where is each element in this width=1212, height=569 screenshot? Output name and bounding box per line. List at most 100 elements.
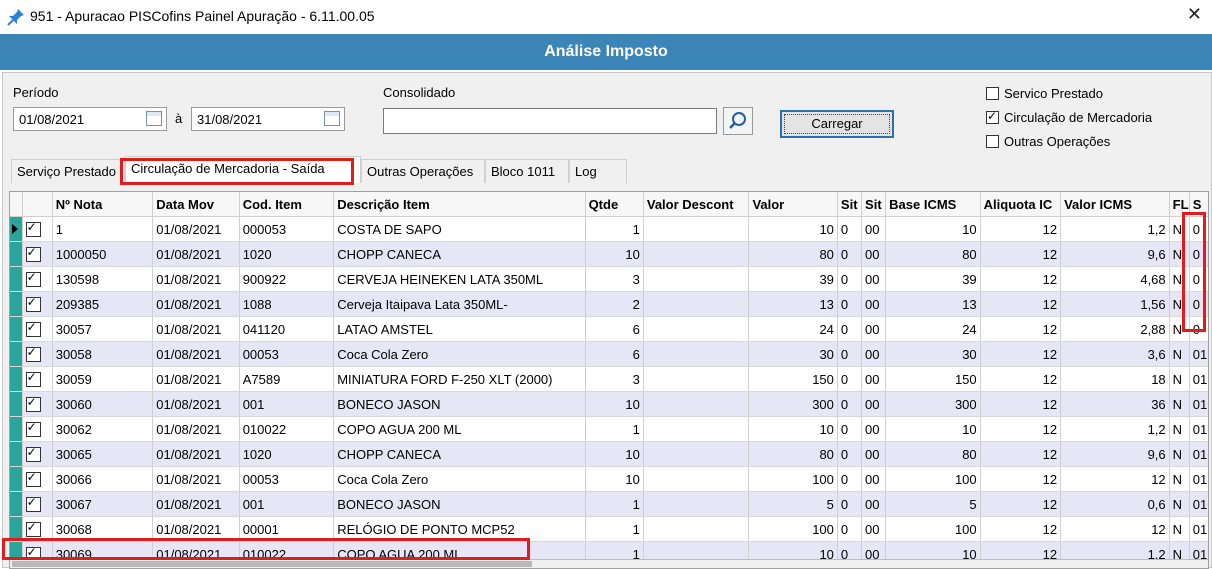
table-cell[interactable]: 30065	[52, 441, 154, 467]
table-cell[interactable]: 900922	[239, 266, 335, 292]
tab-circulacao-mercadoria[interactable]: Circulação de Mercadoria - Saída	[125, 156, 361, 183]
table-cell[interactable]: 0	[837, 241, 863, 267]
table-cell[interactable]	[643, 516, 750, 542]
row-checkbox-cell[interactable]	[22, 416, 53, 442]
table-cell[interactable]: 30	[885, 341, 981, 367]
table-cell[interactable]: 30067	[52, 491, 154, 517]
table-cell[interactable]: CHOPP CANECA	[333, 441, 586, 467]
table-cell[interactable]: 30	[748, 341, 838, 367]
table-cell[interactable]: 010022	[239, 416, 335, 442]
scrollbar-thumb[interactable]	[12, 561, 532, 567]
table-cell[interactable]: 01	[1189, 491, 1208, 517]
table-cell[interactable]: LATAO AMSTEL	[333, 316, 586, 342]
row-checkbox[interactable]	[25, 445, 41, 463]
table-cell[interactable]: 12	[1060, 466, 1170, 492]
table-cell[interactable]: 10	[885, 216, 981, 242]
table-cell[interactable]: 01	[1189, 391, 1208, 417]
table-cell[interactable]: 0	[1189, 216, 1208, 242]
table-cell[interactable]: 01/08/2021	[152, 341, 240, 367]
table-cell[interactable]: 6	[585, 341, 644, 367]
table-cell[interactable]	[643, 391, 750, 417]
table-cell[interactable]: 01/08/2021	[152, 266, 240, 292]
table-cell[interactable]: BONECO JASON	[333, 391, 586, 417]
table-cell[interactable]: 00	[861, 241, 887, 267]
table-cell[interactable]: 80	[885, 441, 981, 467]
table-cell[interactable]: RELÓGIO DE PONTO MCP52	[333, 516, 586, 542]
table-cell[interactable]: 12	[980, 366, 1062, 392]
close-icon[interactable]: ✕	[1187, 4, 1202, 25]
table-cell[interactable]: 0	[1189, 266, 1208, 292]
table-cell[interactable]: 30059	[52, 366, 154, 392]
table-cell[interactable]: 12	[980, 491, 1062, 517]
row-checkbox[interactable]	[25, 420, 41, 438]
table-cell[interactable]: 12	[980, 441, 1062, 467]
table-cell[interactable]: 00	[861, 491, 887, 517]
table-cell[interactable]: 00053	[239, 466, 335, 492]
column-header[interactable]: Aliquota IC	[980, 192, 1062, 217]
table-cell[interactable]: 2,88	[1060, 316, 1170, 342]
table-cell[interactable]: 0	[1189, 241, 1208, 267]
table-cell[interactable]: N	[1169, 366, 1190, 392]
table-cell[interactable]: 0	[837, 366, 863, 392]
table-cell[interactable]: 01/08/2021	[152, 441, 240, 467]
table-cell[interactable]: 5	[748, 491, 838, 517]
table-cell[interactable]: CHOPP CANECA	[333, 241, 586, 267]
table-cell[interactable]: 150	[885, 366, 981, 392]
row-checkbox[interactable]	[25, 470, 41, 488]
column-header[interactable]: Nº Nota	[52, 192, 154, 217]
row-checkbox[interactable]	[25, 520, 41, 538]
table-cell[interactable]: 00	[861, 441, 887, 467]
row-checkbox-cell[interactable]	[22, 291, 53, 317]
table-cell[interactable]: 01/08/2021	[152, 466, 240, 492]
tab-servico-prestado[interactable]: Serviço Prestado	[11, 159, 125, 183]
calendar-icon[interactable]	[324, 111, 340, 126]
table-cell[interactable]: COSTA DE SAPO	[333, 216, 586, 242]
table-cell[interactable]: N	[1169, 216, 1190, 242]
table-cell[interactable]: 3	[585, 366, 644, 392]
table-cell[interactable]: 6	[585, 316, 644, 342]
table-cell[interactable]: 0	[837, 316, 863, 342]
table-cell[interactable]: 0	[837, 441, 863, 467]
table-cell[interactable]: 01/08/2021	[152, 316, 240, 342]
table-cell[interactable]: 01/08/2021	[152, 491, 240, 517]
table-cell[interactable]: 00	[861, 266, 887, 292]
table-row[interactable]: 3006501/08/20211020CHOPP CANECA108000080…	[10, 441, 1208, 467]
table-cell[interactable]	[643, 366, 750, 392]
table-cell[interactable]: 80	[748, 441, 838, 467]
column-header[interactable]: Descrição Item	[333, 192, 586, 217]
table-cell[interactable]: 001	[239, 391, 335, 417]
table-cell[interactable]	[643, 291, 750, 317]
table-cell[interactable]: 209385	[52, 291, 154, 317]
table-cell[interactable]: 30062	[52, 416, 154, 442]
table-cell[interactable]: 5	[885, 491, 981, 517]
table-cell[interactable]: 30068	[52, 516, 154, 542]
table-cell[interactable]: N	[1169, 391, 1190, 417]
table-cell[interactable]: 10	[585, 441, 644, 467]
table-cell[interactable]: 12	[980, 291, 1062, 317]
table-cell[interactable]	[643, 441, 750, 467]
row-checkbox[interactable]	[25, 295, 41, 313]
search-button[interactable]	[723, 107, 753, 135]
consolidado-input[interactable]	[383, 108, 717, 134]
table-cell[interactable]: 01	[1189, 416, 1208, 442]
table-cell[interactable]: 0	[837, 516, 863, 542]
table-cell[interactable]: Cerveja Itaipava Lata 350ML-	[333, 291, 586, 317]
date-from-field[interactable]: 01/08/2021	[13, 107, 167, 131]
table-cell[interactable]: 01	[1189, 441, 1208, 467]
column-header[interactable]: Valor ICMS	[1060, 192, 1170, 217]
date-to-field[interactable]: 31/08/2021	[191, 107, 345, 131]
table-cell[interactable]: 12	[980, 216, 1062, 242]
table-cell[interactable]: 30060	[52, 391, 154, 417]
table-cell[interactable]: 24	[885, 316, 981, 342]
table-cell[interactable]: 0	[837, 491, 863, 517]
tab-log[interactable]: Log	[569, 159, 627, 183]
table-cell[interactable]	[643, 491, 750, 517]
table-cell[interactable]: BONECO JASON	[333, 491, 586, 517]
table-row[interactable]: 20938501/08/20211088Cerveja Itaipava Lat…	[10, 291, 1208, 317]
table-cell[interactable]: 1	[52, 216, 154, 242]
table-cell[interactable]: 1020	[239, 441, 335, 467]
table-cell[interactable]: 1	[585, 516, 644, 542]
table-cell[interactable]: 12	[980, 516, 1062, 542]
table-cell[interactable]: 0	[837, 216, 863, 242]
column-header[interactable]: Cod. Item	[239, 192, 335, 217]
